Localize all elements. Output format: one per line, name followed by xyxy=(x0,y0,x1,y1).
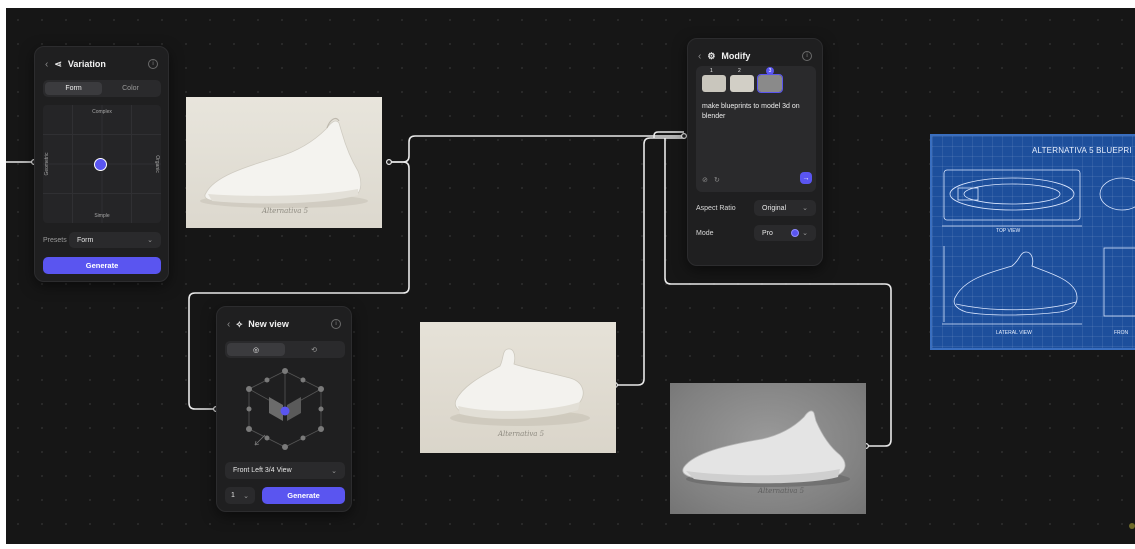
info-icon[interactable]: i xyxy=(331,319,341,329)
wire-modify-blueprint xyxy=(653,131,684,138)
node-canvas[interactable]: ‹ ⋖ Variation i Form Color Complex Simpl xyxy=(6,8,1135,544)
modify-panel: ‹ ⚙ Modify i 1 2 3 make blueprints to mo… xyxy=(687,38,823,266)
lateral-view-label: LATERAL VIEW xyxy=(996,330,1032,336)
thumb-3-badge: 3 xyxy=(766,67,774,75)
axis-bottom-label: Simple xyxy=(94,213,110,219)
aspect-ratio-label: Aspect Ratio xyxy=(696,205,736,212)
view-cube-icon xyxy=(246,368,324,450)
generate-button[interactable]: Generate xyxy=(43,257,161,274)
prompt-box[interactable]: 1 2 3 make blueprints to model 3d on ble… xyxy=(696,66,816,192)
mode-value: Pro xyxy=(762,229,773,237)
brush-icon[interactable]: ⊘ xyxy=(702,176,708,184)
wire-image1-modify xyxy=(389,135,684,163)
presets-select[interactable]: Form ⌄ xyxy=(69,232,161,248)
axis-top-label: Complex xyxy=(92,109,112,115)
presets-label: Presets xyxy=(43,237,67,244)
new-view-icon: ⟡ xyxy=(236,318,243,329)
panel-title: Variation xyxy=(67,59,106,69)
view-select-value: Front Left 3/4 View xyxy=(233,467,292,474)
count-value: 1 xyxy=(231,492,235,499)
refresh-icon[interactable]: ↻ xyxy=(714,176,720,184)
rotate-mode-icon[interactable]: ⟲ xyxy=(285,343,343,356)
mode-label: Mode xyxy=(696,230,714,237)
variation-icon: ⋖ xyxy=(54,58,62,69)
shoe-image-2[interactable]: Alternativa 5 xyxy=(420,322,616,453)
aspect-ratio-select[interactable]: Original ⌄ xyxy=(754,200,816,216)
mode-select[interactable]: Pro ⌄ xyxy=(754,225,816,241)
shoe-image-3[interactable]: Alternativa 5 xyxy=(670,383,866,514)
tab-form[interactable]: Form xyxy=(45,82,102,95)
aspect-ratio-value: Original xyxy=(762,204,787,212)
thumb-1-badge: 1 xyxy=(710,68,713,74)
generate-button[interactable]: Generate xyxy=(262,487,345,504)
front-view-label: FRON xyxy=(1114,330,1129,336)
pad-handle[interactable] xyxy=(94,158,107,171)
thumb-2[interactable] xyxy=(730,75,754,92)
info-icon[interactable]: i xyxy=(802,51,812,61)
blueprint-drawings xyxy=(942,169,1135,325)
cube-mode-icon[interactable]: ◎ xyxy=(227,343,285,356)
thumb-1[interactable] xyxy=(702,75,726,92)
back-icon[interactable]: ‹ xyxy=(45,59,48,70)
chevron-down-icon: ⌄ xyxy=(802,230,808,237)
axis-right-label: Organic xyxy=(154,155,160,173)
modify-icon: ⚙ xyxy=(707,50,716,61)
thumb-2-badge: 2 xyxy=(738,68,741,74)
image-caption: Alternativa 5 xyxy=(758,487,805,495)
tab-color[interactable]: Color xyxy=(102,82,159,95)
info-icon[interactable]: i xyxy=(148,59,158,69)
back-icon[interactable]: ‹ xyxy=(698,51,701,62)
blueprint-image[interactable]: ALTERNATIVA 5 BLUEPRI TOP VIEW LATERAL V… xyxy=(930,134,1135,350)
variation-tabs: Form Color xyxy=(43,80,161,97)
wire-image2-modify xyxy=(615,137,684,386)
mode-indicator-icon xyxy=(791,229,800,237)
variation-pad[interactable]: Complex Simple Geometric Organic xyxy=(43,105,161,223)
presets-value: Form xyxy=(77,236,94,244)
new-view-mode-toggle: ◎ ⟲ xyxy=(225,341,345,358)
view-cube-widget[interactable] xyxy=(225,365,345,453)
thumb-3[interactable] xyxy=(757,74,783,93)
axis-left-label: Geometric xyxy=(44,152,50,176)
variation-panel: ‹ ⋖ Variation i Form Color Complex Simpl xyxy=(34,46,169,282)
status-indicator-icon xyxy=(1129,523,1135,529)
chevron-down-icon: ⌄ xyxy=(331,467,337,475)
back-icon[interactable]: ‹ xyxy=(227,319,230,330)
panel-title: New view xyxy=(248,319,289,329)
chevron-down-icon: ⌄ xyxy=(243,492,249,500)
image-caption: Alternativa 5 xyxy=(498,430,545,438)
top-view-label: TOP VIEW xyxy=(996,228,1021,234)
image-caption: Alternativa 5 xyxy=(262,207,309,215)
count-select[interactable]: 1 ⌄ xyxy=(225,487,255,504)
chevron-down-icon: ⌄ xyxy=(802,205,808,212)
send-button[interactable]: → xyxy=(800,172,812,184)
prompt-text[interactable]: make blueprints to model 3d on blender xyxy=(702,102,808,122)
chevron-down-icon: ⌄ xyxy=(147,237,153,244)
new-view-panel: ‹ ⟡ New view i ◎ ⟲ Front Left 3/4 View ⌄… xyxy=(216,306,352,512)
shoe-image-1[interactable]: Alternativa 5 xyxy=(186,97,382,228)
panel-title: Modify xyxy=(721,51,751,61)
view-select[interactable]: Front Left 3/4 View ⌄ xyxy=(225,462,345,479)
